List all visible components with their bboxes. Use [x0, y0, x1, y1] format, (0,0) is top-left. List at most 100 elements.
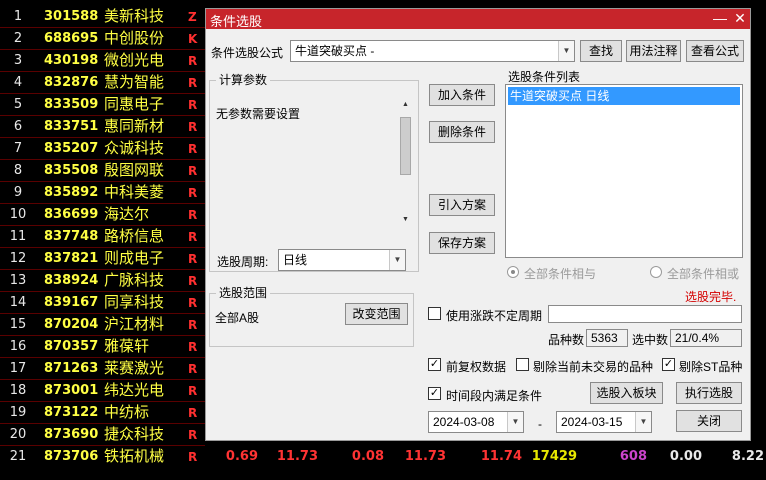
minimize-icon[interactable]: —: [712, 10, 728, 26]
quote-cell-v8: 0.00: [669, 449, 702, 464]
stock-flag: R: [188, 98, 198, 112]
row-index: 4: [13, 75, 23, 90]
all-or-label: 全部条件相或: [667, 267, 740, 281]
stock-flag: R: [188, 54, 198, 68]
all-and-radio[interactable]: [507, 266, 519, 278]
stock-name: 惠同新材: [104, 118, 165, 135]
params-group: 计算参数 无参数需要设置 ▲ ▼ 选股周期: 日线 ▼: [209, 73, 419, 272]
row-index: 14: [9, 295, 27, 310]
stock-code: 873706: [44, 449, 99, 464]
quote-cell-v6: 17429: [531, 449, 577, 464]
row-index: 16: [9, 339, 27, 354]
stock-flag: R: [188, 406, 198, 420]
date-to-picker[interactable]: 2024-03-15 ▼: [556, 411, 652, 433]
stock-code: 688695: [44, 31, 99, 46]
dialog-titlebar[interactable]: 条件选股 — ✕: [206, 9, 750, 29]
row-index: 2: [13, 31, 23, 46]
time-range-checkbox[interactable]: ✓: [428, 387, 441, 400]
condition-list-label: 选股条件列表: [508, 70, 581, 84]
scroll-down-icon[interactable]: ▼: [402, 216, 409, 223]
change-range-button[interactable]: 改变范围: [345, 303, 408, 325]
range-group-title: 选股范围: [216, 286, 271, 300]
remove-condition-button[interactable]: 删除条件: [429, 121, 495, 143]
exclude-untraded-label: 剔除当前未交易的品种: [533, 360, 654, 374]
stock-code: 837748: [44, 229, 99, 244]
stock-flag: R: [188, 362, 198, 376]
condition-stock-picker-dialog: 条件选股 — ✕ 条件选股公式 牛道突破买点 - ▼ 查找 用法注释 查看公式 …: [205, 8, 751, 441]
date-to-value: 2024-03-15: [561, 415, 623, 429]
row-index: 12: [9, 251, 27, 266]
exclude-untraded-checkbox[interactable]: [516, 358, 529, 371]
chevron-down-icon: ▼: [635, 412, 651, 432]
condition-list[interactable]: 牛道突破买点 日线: [505, 84, 743, 258]
stock-code: 870204: [44, 317, 99, 332]
usage-notes-button[interactable]: 用法注释: [626, 40, 681, 62]
find-button[interactable]: 查找: [580, 40, 622, 62]
exclude-st-checkbox[interactable]: ✓: [662, 358, 675, 371]
add-condition-button[interactable]: 加入条件: [429, 84, 495, 106]
save-plan-button[interactable]: 保存方案: [429, 232, 495, 254]
row-index: 7: [13, 141, 23, 156]
stock-flag: R: [188, 186, 198, 200]
view-formula-button[interactable]: 查看公式: [686, 40, 744, 62]
period-input[interactable]: [548, 305, 742, 323]
stock-name: 纬达光电: [104, 382, 165, 399]
row-index: 11: [9, 229, 27, 244]
row-index: 17: [9, 361, 27, 376]
row-index: 19: [9, 405, 27, 420]
row-index: 18: [9, 383, 27, 398]
row-index: 9: [13, 185, 23, 200]
total-value: 5363: [586, 329, 628, 347]
chevron-down-icon: ▼: [558, 41, 574, 61]
formula-value: 牛道突破买点 -: [295, 44, 375, 58]
stock-code: 835508: [44, 163, 99, 178]
condition-list-item[interactable]: 牛道突破买点 日线: [508, 87, 740, 105]
scrollbar-thumb[interactable]: [400, 117, 411, 175]
stock-name: 同享科技: [104, 294, 165, 311]
close-button[interactable]: 关闭: [676, 410, 742, 432]
all-and-label: 全部条件相与: [524, 267, 597, 281]
quote-cell-v1: 0.69: [225, 449, 258, 464]
quote-cell-v3: 0.08: [351, 449, 384, 464]
selected-value: 21/0.4%: [670, 329, 742, 347]
selected-label: 选中数: [632, 333, 669, 347]
forward-adjust-checkbox[interactable]: ✓: [428, 358, 441, 371]
row-index: 20: [9, 427, 27, 442]
scroll-up-icon[interactable]: ▲: [402, 101, 409, 108]
period-select[interactable]: 日线 ▼: [278, 249, 406, 271]
run-selection-button[interactable]: 执行选股: [676, 382, 742, 404]
formula-label: 条件选股公式: [211, 46, 284, 60]
stock-flag: R: [188, 142, 198, 156]
use-period-checkbox[interactable]: [428, 307, 441, 320]
table-row[interactable]: 21 873706 铁拓机械 R 0.69 11.73 0.08 11.73 11.74 1742…: [0, 446, 766, 468]
params-group-title: 计算参数: [216, 73, 271, 87]
formula-select[interactable]: 牛道突破买点 - ▼: [290, 40, 575, 62]
period-label: 选股周期:: [217, 255, 269, 269]
stock-name: 莱赛激光: [104, 360, 165, 377]
stock-name: 殷图网联: [104, 162, 165, 179]
stock-name: 同惠电子: [104, 96, 165, 113]
row-index: 8: [13, 163, 23, 178]
stock-code: 873122: [44, 405, 99, 420]
date-from-picker[interactable]: 2024-03-08 ▼: [428, 411, 524, 433]
stock-name: 中创股份: [104, 30, 165, 47]
stock-flag: R: [188, 230, 198, 244]
period-value: 日线: [283, 253, 308, 267]
params-scrollbar[interactable]: ▲ ▼: [399, 99, 413, 225]
quote-cell-v2: 11.73: [276, 449, 318, 464]
stock-code: 832876: [44, 75, 99, 90]
close-icon[interactable]: ✕: [732, 10, 748, 26]
import-plan-button[interactable]: 引入方案: [429, 194, 495, 216]
params-area: 无参数需要设置 ▲ ▼: [213, 95, 413, 225]
params-text: 无参数需要设置: [216, 107, 301, 121]
add-to-block-button[interactable]: 选股入板块: [590, 382, 663, 404]
stock-code: 835207: [44, 141, 99, 156]
stock-code: 833509: [44, 97, 99, 112]
row-index: 10: [9, 207, 27, 222]
all-or-radio[interactable]: [650, 266, 662, 278]
stock-name: 微创光电: [104, 52, 165, 69]
stock-code: 301588: [44, 9, 99, 24]
date-from-value: 2024-03-08: [433, 415, 495, 429]
stock-name: 中纺标: [104, 404, 150, 421]
stock-name: 广脉科技: [104, 272, 165, 289]
